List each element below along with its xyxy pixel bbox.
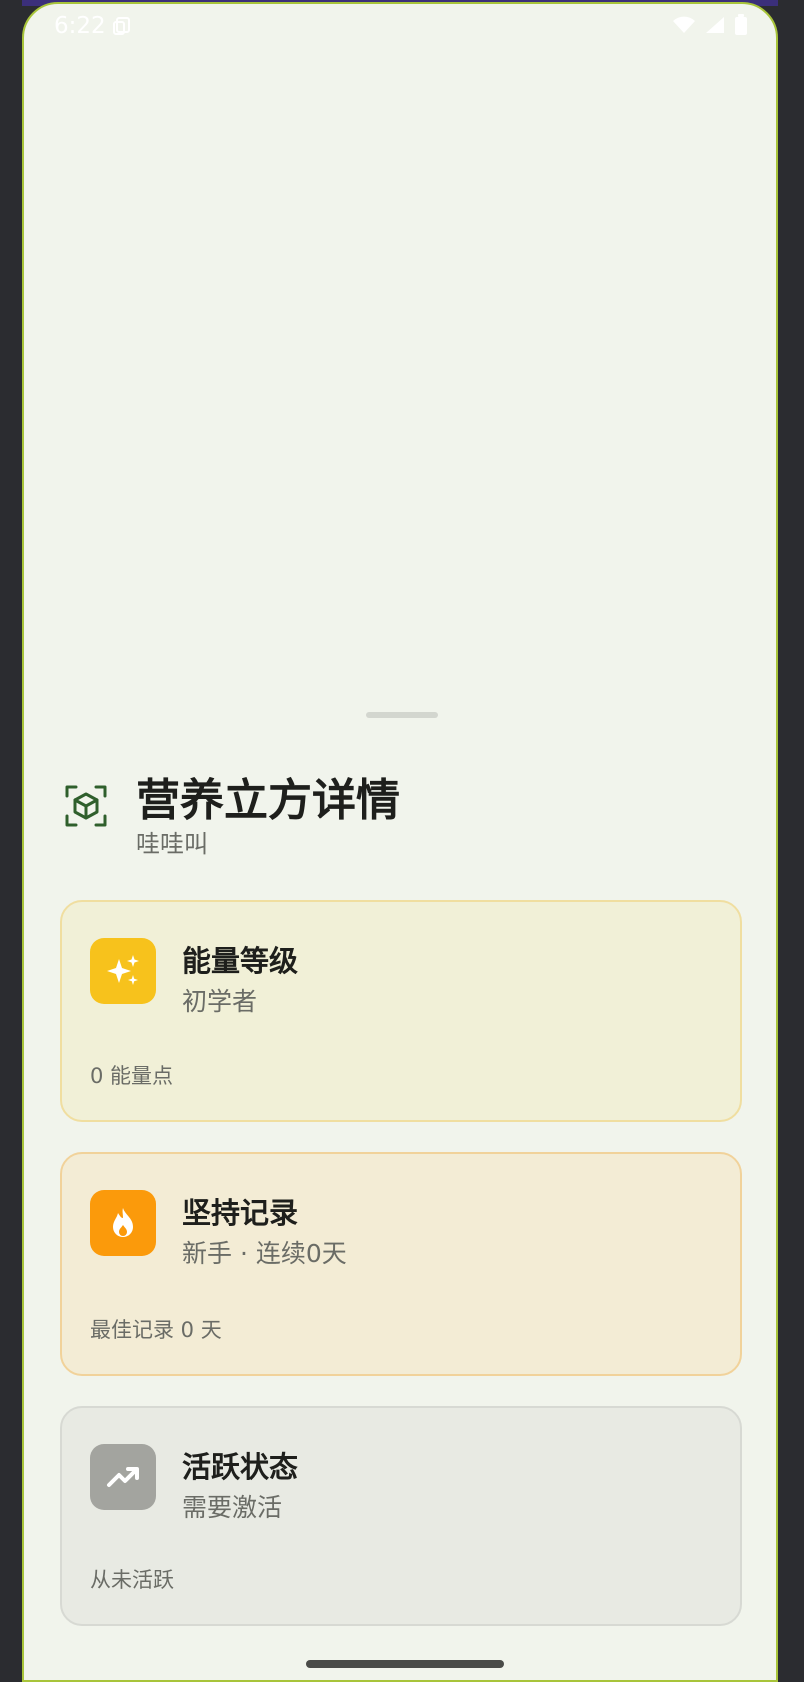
trending-up-icon [90,1444,156,1510]
home-indicator[interactable] [306,1660,504,1668]
active-status-card[interactable]: 活跃状态 需要激活 从未活跃 [60,1406,742,1626]
card-title: 坚持记录 [182,1196,299,1230]
phone-screen: 6:22 营养立方详情 哇哇叫 能量等级 初学者 0 能量点 坚持记录 新手 ·… [22,2,778,1682]
energy-level-card[interactable]: 能量等级 初学者 0 能量点 [60,900,742,1122]
card-footer: 从未活跃 [90,1568,174,1592]
card-title: 能量等级 [182,944,299,978]
status-icons [672,14,748,36]
card-footer: 最佳记录 0 天 [90,1318,222,1342]
status-time: 6:22 [54,13,106,39]
card-subtitle: 初学者 [182,987,258,1016]
cellular-signal-icon [706,17,724,33]
battery-icon [735,14,747,35]
streak-record-card[interactable]: 坚持记录 新手 · 连续0天 最佳记录 0 天 [60,1152,742,1376]
card-subtitle: 新手 · 连续0天 [182,1239,347,1268]
sparkles-icon [90,938,156,1004]
wifi-icon [673,16,695,33]
card-subtitle: 需要激活 [182,1493,283,1522]
sheet-drag-handle[interactable] [366,712,438,718]
card-footer: 0 能量点 [90,1064,174,1088]
page-title: 营养立方详情 [136,775,400,826]
flame-icon [90,1190,156,1256]
cube-scan-icon [65,785,107,827]
page-subtitle: 哇哇叫 [136,830,208,858]
status-bar: 6:22 [24,4,776,48]
clipboard-icon [113,17,130,35]
card-title: 活跃状态 [182,1450,299,1484]
